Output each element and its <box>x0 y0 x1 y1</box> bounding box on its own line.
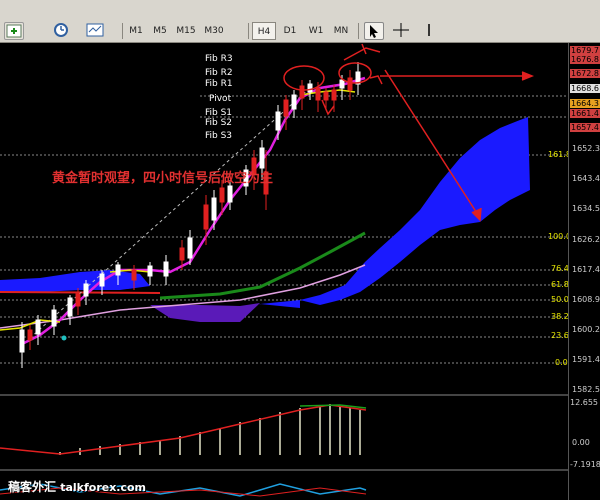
price-tag: 1664.3 <box>570 99 600 108</box>
pivot-r2-label: Fib R2 <box>205 68 233 78</box>
line-tool-icon[interactable] <box>420 22 438 38</box>
toolbar: M1 M5 M15 M30 H4 D1 W1 MN <box>0 0 600 43</box>
tab-m15[interactable]: M15 <box>174 22 198 40</box>
tab-mn[interactable]: MN <box>330 22 352 40</box>
tab-w1[interactable]: W1 <box>306 22 326 40</box>
macd-green-line <box>299 404 367 409</box>
candles <box>19 62 361 368</box>
price-label: 1626.2 <box>572 235 600 244</box>
watermark-cn: 稿客外汇 <box>8 480 57 494</box>
price-label: 1600.2 <box>572 325 600 334</box>
tab-m5[interactable]: M5 <box>150 22 170 40</box>
price-label: 1582.5 <box>572 385 600 394</box>
fib-ret-label: 61.8 <box>551 280 569 289</box>
pivot-label: Pivot <box>209 94 232 104</box>
pivot-r1-label: Fib R1 <box>205 79 233 89</box>
fib-ret-label: 23.6 <box>551 331 569 340</box>
price-tag: 1676.8 <box>570 55 600 64</box>
pivot-s2-label: Fib S2 <box>205 118 233 128</box>
price-axis: 1679.7 1676.8 1672.8 1668.6 1664.3 1661.… <box>568 43 600 500</box>
price-tag: 1672.8 <box>570 69 600 78</box>
crosshair-icon[interactable] <box>392 22 410 38</box>
price-label: 1634.5 <box>572 204 600 213</box>
pivot-r3-label: Fib R3 <box>205 54 233 64</box>
macd-label: -7.1918 <box>570 460 600 469</box>
toolbar-separator <box>358 23 359 39</box>
new-chart-icon[interactable] <box>4 22 24 40</box>
price-label: 1617.4 <box>572 265 600 274</box>
history-icon[interactable] <box>52 22 70 38</box>
price-label: 1643.4 <box>572 174 600 183</box>
fib-ret-label: 0.0 <box>555 358 568 367</box>
pivot-s1-label: Fib S1 <box>205 108 233 118</box>
macd-label: 0.00 <box>572 438 590 447</box>
price-label: 1608.9 <box>572 295 600 304</box>
tab-m1[interactable]: M1 <box>126 22 146 40</box>
watermark-site: talkforex.com <box>60 481 147 494</box>
macd-label: 12.655 <box>570 398 598 407</box>
ichimoku-cloud-left <box>0 270 150 292</box>
watermark: 稿客外汇 talkforex.com <box>8 478 146 495</box>
price-tag: 1661.4 <box>570 109 600 118</box>
price-chart[interactable] <box>0 43 568 500</box>
price-tag: 1679.7 <box>570 46 600 55</box>
price-label: 1652.3 <box>572 144 600 153</box>
macd-signal-line <box>0 404 367 455</box>
price-label: 1591.4 <box>572 355 600 364</box>
grid-lines <box>0 95 568 364</box>
fib-ret-label: 50.0 <box>551 295 569 304</box>
tab-m30[interactable]: M30 <box>202 22 226 40</box>
cursor-icon[interactable] <box>364 22 384 40</box>
fib-ret-label: 76.4 <box>551 264 569 273</box>
fib-ret-label: 38.2 <box>551 312 569 321</box>
tab-h4[interactable]: H4 <box>252 22 276 40</box>
toolbar-separator <box>248 23 249 39</box>
price-tag: 1657.4 <box>570 123 600 132</box>
tab-d1[interactable]: D1 <box>280 22 300 40</box>
pivot-s3-label: Fib S3 <box>205 131 233 141</box>
template-icon[interactable] <box>86 22 104 38</box>
toolbar-separator <box>122 23 123 39</box>
analysis-annotation: 黄金暂时观望，四小时信号后做空为主 <box>52 171 274 186</box>
price-tag: 1668.6 <box>570 84 600 93</box>
